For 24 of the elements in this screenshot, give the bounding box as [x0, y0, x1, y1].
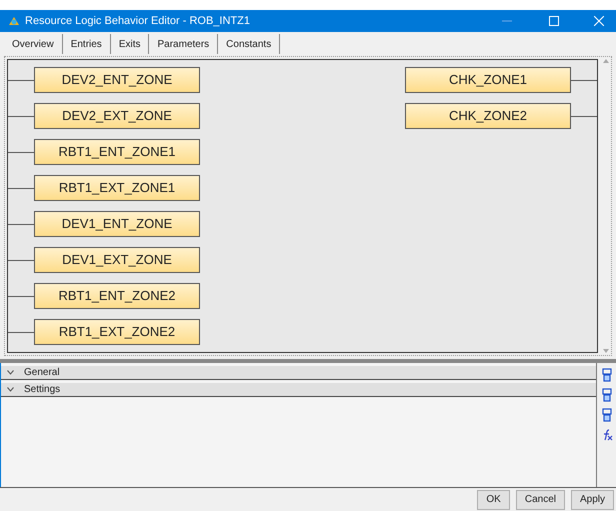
chevron-icon — [7, 370, 14, 375]
chevron-icon — [7, 387, 14, 392]
zone-node: RBT1_EXT_ZONE2 — [34, 319, 200, 345]
zone-node: DEV1_ENT_ZONE — [34, 211, 200, 237]
zone-node: DEV1_EXT_ZONE — [34, 247, 200, 273]
zone-node: RBT1_EXT_ZONE1 — [34, 175, 200, 201]
zone-node: DEV2_EXT_ZONE — [34, 103, 200, 129]
section-header[interactable]: General — [1, 366, 596, 380]
dialog-button[interactable]: Cancel — [516, 490, 565, 510]
zone-node: CHK_ZONE2 — [405, 103, 571, 129]
maximize-icon[interactable] — [549, 16, 559, 26]
node-icon[interactable] — [600, 368, 614, 382]
window-title: Resource Logic Behavior Editor - ROB_INTZ1 — [25, 14, 250, 29]
node-icon[interactable] — [600, 388, 614, 402]
zone-node: CHK_ZONE1 — [405, 67, 571, 93]
node-icon[interactable] — [600, 408, 614, 422]
zone-node: DEV2_ENT_ZONE — [34, 67, 200, 93]
close-icon[interactable] — [594, 16, 604, 26]
section-header[interactable]: Settings — [1, 383, 596, 397]
dialog-button[interactable]: Apply — [570, 490, 614, 510]
app-icon — [8, 15, 20, 27]
dialog-button[interactable]: OK — [477, 490, 510, 510]
zone-node: RBT1_ENT_ZONE1 — [34, 139, 200, 165]
zone-node: RBT1_ENT_ZONE2 — [34, 283, 200, 309]
